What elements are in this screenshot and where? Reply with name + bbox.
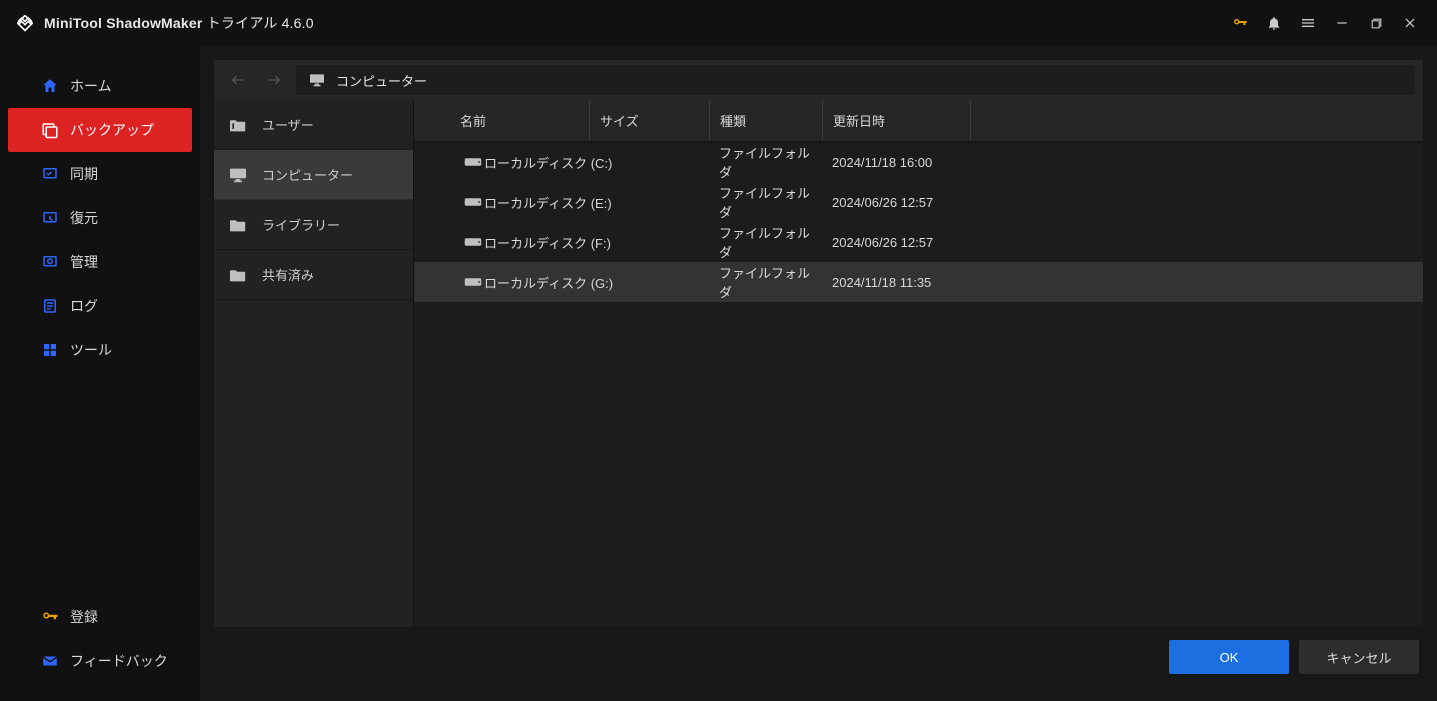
nav-home-label: ホーム [70,76,112,96]
cancel-button[interactable]: キャンセル [1299,640,1419,674]
file-panel: 名前 サイズ 種類 更新日時 ローカルディスク (C:) ファイルフォルダ 20… [414,100,1423,627]
nav-manage-label: 管理 [70,252,98,272]
nav-restore[interactable]: 復元 [0,196,200,240]
nav-back-button[interactable] [220,62,256,98]
backup-icon [40,120,60,140]
tree-computer-label: コンピューター [262,165,353,184]
row-name: ローカルディスク (C:) [484,153,612,172]
row-name: ローカルディスク (F:) [484,233,611,252]
close-button[interactable] [1393,6,1427,40]
disk-icon [464,156,482,168]
content: コンピューター ユーザー コンピューター [200,46,1437,701]
col-type[interactable]: 種類 [709,100,822,141]
nav-tools[interactable]: ツール [0,328,200,372]
tree-panel: ユーザー コンピューター ライブラリー [214,100,414,627]
monitor-icon [228,167,248,183]
app-title: MiniTool ShadowMaker トライアル 4.6.0 [44,13,314,33]
app-name: MiniTool ShadowMaker [44,15,203,31]
disk-icon [464,236,482,248]
row-name: ローカルディスク (E:) [484,193,612,212]
nav-forward-button[interactable] [256,62,292,98]
nav-restore-label: 復元 [70,208,98,228]
row-date: 2024/06/26 12:57 [832,195,933,210]
row-name: ローカルディスク (G:) [484,273,613,292]
file-header: 名前 サイズ 種類 更新日時 [414,100,1423,142]
row-date: 2024/06/26 12:57 [832,235,933,250]
tree-shared[interactable]: 共有済み [214,250,413,300]
nav-register-label: 登録 [70,607,98,627]
nav-backup[interactable]: バックアップ [8,108,192,152]
notification-icon[interactable] [1257,6,1291,40]
col-name[interactable]: 名前 [414,100,589,141]
nav-register[interactable]: 登録 [0,595,200,639]
monitor-icon [308,73,326,87]
row-date: 2024/11/18 16:00 [832,155,932,170]
file-row[interactable]: ローカルディスク (G:) ファイルフォルダ 2024/11/18 11:35 [414,262,1423,302]
tree-library[interactable]: ライブラリー [214,200,413,250]
nav-feedback[interactable]: フィードバック [0,639,200,683]
file-row[interactable]: ローカルディスク (F:) ファイルフォルダ 2024/06/26 12:57 [414,222,1423,262]
tree-user-label: ユーザー [262,115,314,134]
row-type: ファイルフォルダ [719,143,812,181]
breadcrumb-bar: コンピューター [214,60,1423,100]
breadcrumb-location: コンピューター [336,71,427,90]
disk-icon [464,196,482,208]
tree-library-label: ライブラリー [262,215,340,234]
folder-icon [228,267,248,283]
ok-button[interactable]: OK [1169,640,1289,674]
col-date[interactable]: 更新日時 [822,100,970,141]
nav-home[interactable]: ホーム [0,64,200,108]
key-icon [40,607,60,627]
row-type: ファイルフォルダ [719,223,812,261]
menu-icon[interactable] [1291,6,1325,40]
title-bar: MiniTool ShadowMaker トライアル 4.6.0 [0,0,1437,46]
sync-icon [40,164,60,184]
tree-shared-label: 共有済み [262,265,314,284]
folder-icon [228,217,248,233]
tools-icon [40,340,60,360]
breadcrumb-path[interactable]: コンピューター [296,65,1415,95]
row-type: ファイルフォルダ [719,183,812,221]
row-type: ファイルフォルダ [719,263,812,301]
key-icon[interactable] [1223,6,1257,40]
minimize-button[interactable] [1325,6,1359,40]
nav-tools-label: ツール [70,340,112,360]
nav-log-label: ログ [70,296,98,316]
dialog-footer: OK キャンセル [214,627,1423,687]
col-size[interactable]: サイズ [589,100,709,141]
folder-user-icon [228,117,248,133]
tree-computer[interactable]: コンピューター [214,150,413,200]
file-row[interactable]: ローカルディスク (E:) ファイルフォルダ 2024/06/26 12:57 [414,182,1423,222]
app-logo-icon [14,12,36,34]
row-date: 2024/11/18 11:35 [832,275,931,290]
nav-log[interactable]: ログ [0,284,200,328]
nav-sync-label: 同期 [70,164,98,184]
col-rest [970,100,1423,141]
nav-backup-label: バックアップ [70,120,154,140]
nav-manage[interactable]: 管理 [0,240,200,284]
maximize-button[interactable] [1359,6,1393,40]
log-icon [40,296,60,316]
app-version: トライアル 4.6.0 [203,15,314,31]
sidebar: ホーム バックアップ 同期 復元 管理 [0,46,200,701]
disk-icon [464,276,482,288]
restore-icon [40,208,60,228]
home-icon [40,76,60,96]
nav-sync[interactable]: 同期 [0,152,200,196]
tree-user[interactable]: ユーザー [214,100,413,150]
mail-icon [40,651,60,671]
manage-icon [40,252,60,272]
nav-feedback-label: フィードバック [70,651,168,671]
file-row[interactable]: ローカルディスク (C:) ファイルフォルダ 2024/11/18 16:00 [414,142,1423,182]
file-browser: ユーザー コンピューター ライブラリー [214,100,1423,627]
